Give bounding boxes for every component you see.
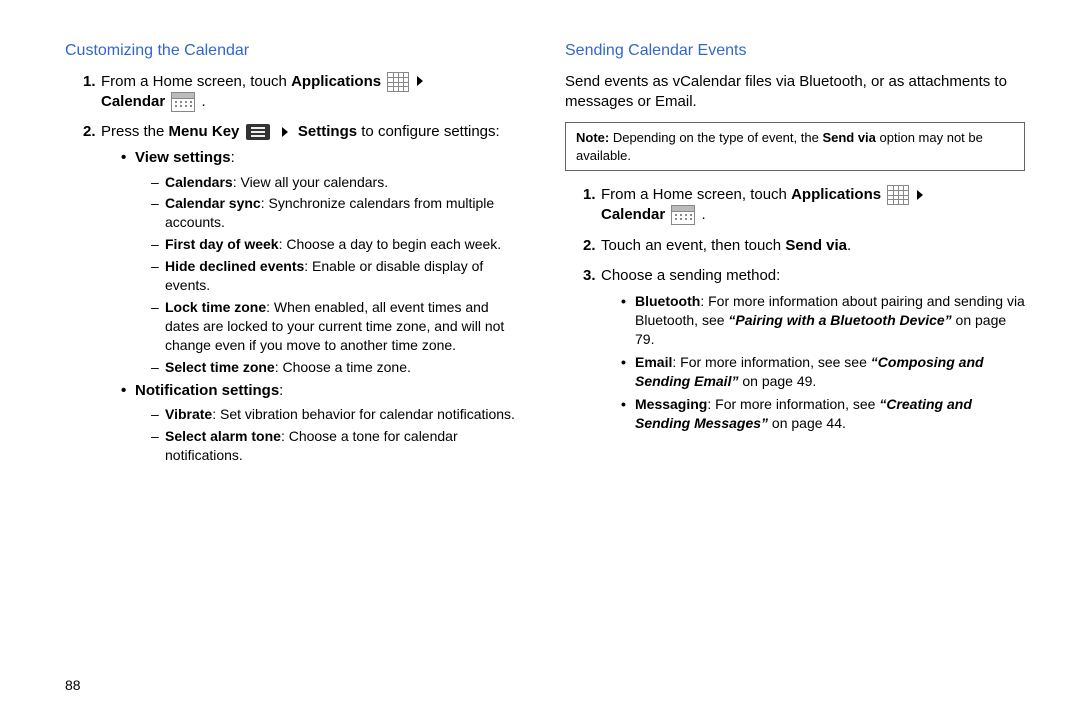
arrow-icon (917, 190, 923, 200)
text: From a Home screen, touch (101, 73, 291, 90)
text: Press the (101, 123, 169, 140)
list-item: Calendar sync: Synchronize calendars fro… (151, 194, 525, 232)
list-item: First day of week: Choose a day to begin… (151, 235, 525, 254)
right-step-2: 2. Touch an event, then touch Send via. (583, 236, 1025, 256)
left-step-1: 1. From a Home screen, touch Application… (83, 72, 525, 113)
page-number: 88 (65, 676, 81, 695)
text: Settings (298, 123, 357, 140)
right-step-3: 3. Choose a sending method: Bluetooth: F… (583, 266, 1025, 432)
calendar-icon (171, 92, 195, 112)
text: View settings (135, 149, 231, 166)
method-email: Email: For more information, see see “Co… (621, 353, 1025, 391)
text: Calendar (101, 93, 165, 110)
right-column: Sending Calendar Events Send events as v… (565, 40, 1025, 474)
text: Notification settings (135, 382, 279, 399)
text: to configure settings: (357, 123, 500, 140)
arrow-icon (282, 127, 288, 137)
heading-customizing: Customizing the Calendar (65, 40, 525, 62)
view-settings-item: View settings: Calendars: View all your … (121, 148, 525, 376)
text: Menu Key (169, 123, 240, 140)
list-item: Select time zone: Choose a time zone. (151, 358, 525, 377)
applications-icon (387, 72, 409, 92)
method-bluetooth: Bluetooth: For more information about pa… (621, 292, 1025, 349)
intro-text: Send events as vCalendar files via Bluet… (565, 72, 1025, 113)
right-step-1: 1. From a Home screen, touch Application… (583, 185, 1025, 226)
note-box: Note: Depending on the type of event, th… (565, 122, 1025, 171)
method-messaging: Messaging: For more information, see “Cr… (621, 395, 1025, 433)
text: Applications (291, 73, 381, 90)
list-item: Lock time zone: When enabled, all event … (151, 298, 525, 355)
list-item: Select alarm tone: Choose a tone for cal… (151, 427, 525, 465)
notification-settings-item: Notification settings: Vibrate: Set vibr… (121, 381, 525, 465)
menu-key-icon (246, 124, 270, 140)
applications-icon (887, 185, 909, 205)
arrow-icon (417, 76, 423, 86)
calendar-icon (671, 205, 695, 225)
list-item: Vibrate: Set vibration behavior for cale… (151, 405, 525, 424)
list-item: Calendars: View all your calendars. (151, 173, 525, 192)
heading-sending: Sending Calendar Events (565, 40, 1025, 62)
left-column: Customizing the Calendar 1. From a Home … (65, 40, 525, 474)
left-step-2: 2. Press the Menu Key Settings to config… (83, 122, 525, 464)
list-item: Hide declined events: Enable or disable … (151, 257, 525, 295)
